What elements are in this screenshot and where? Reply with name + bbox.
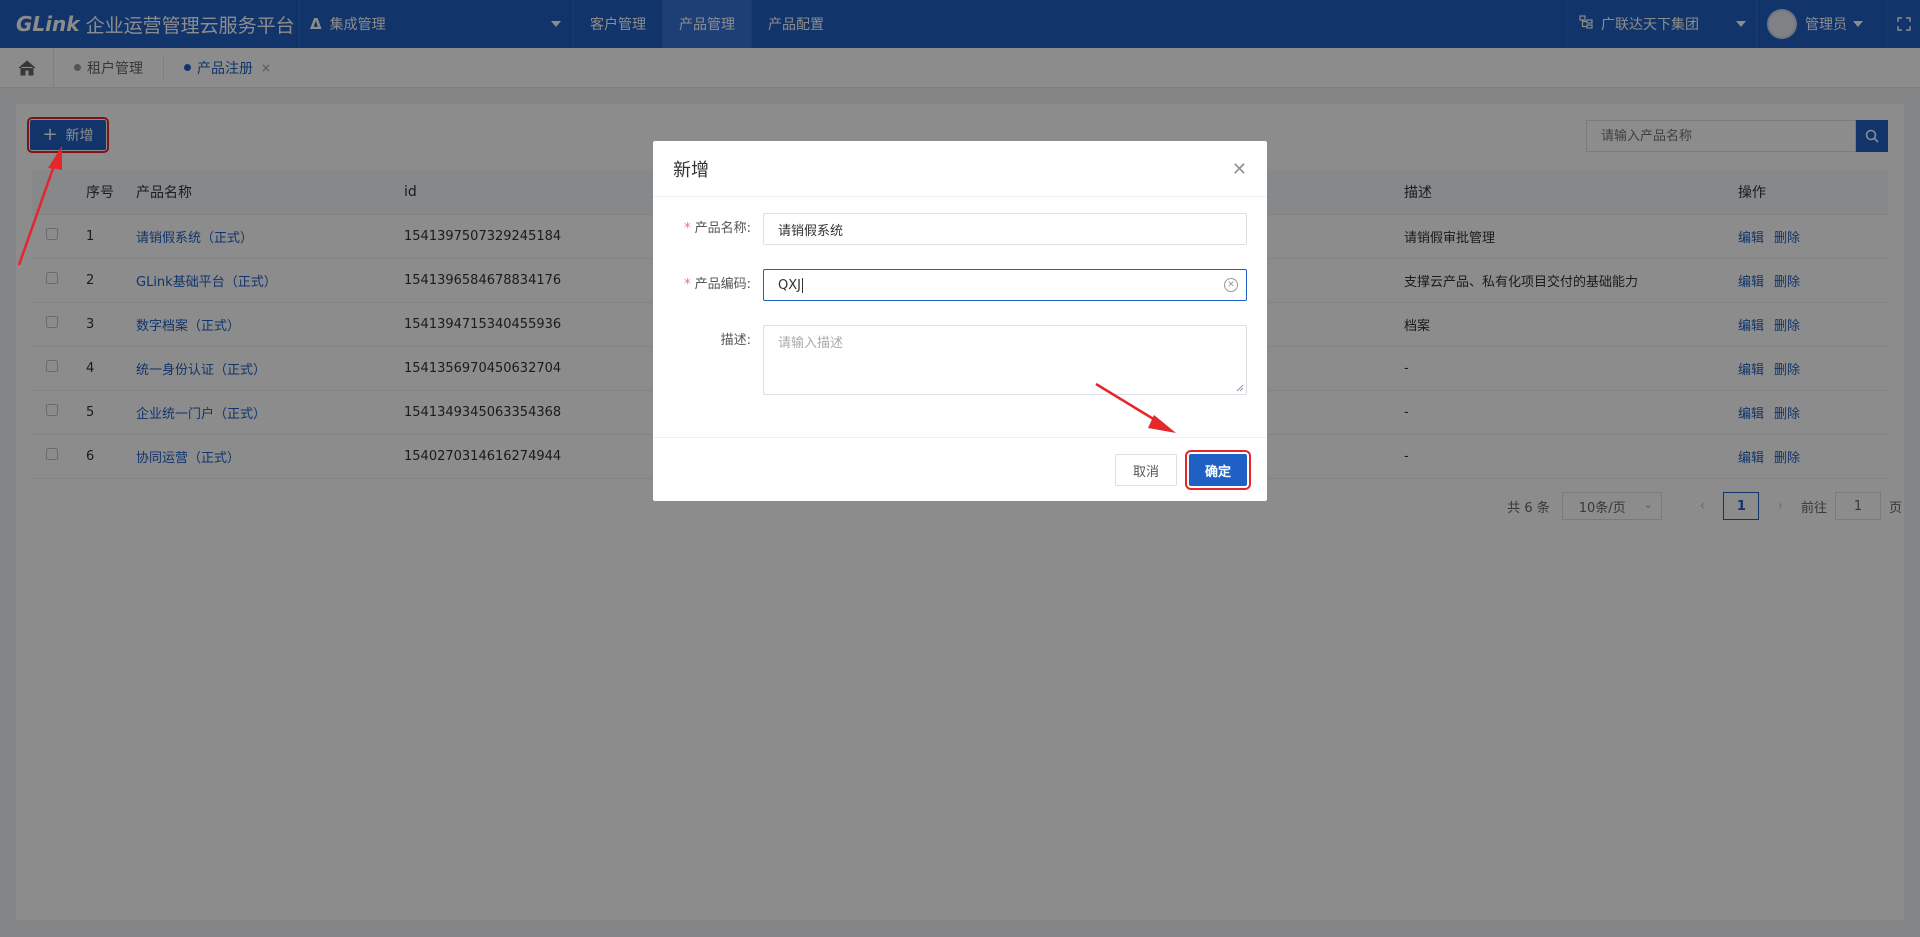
product-name-input[interactable]: 请销假系统 (763, 213, 1247, 245)
input-value: 请销假系统 (778, 223, 844, 239)
text-caret (801, 277, 803, 293)
resize-handle-icon[interactable] (1236, 384, 1244, 392)
label-text: 描述: (720, 333, 751, 348)
code-label: * 产品编码: (653, 269, 763, 301)
textarea-placeholder: 请输入描述 (778, 336, 844, 351)
product-code-input[interactable]: QXJ ✕ (763, 269, 1247, 301)
description-textarea[interactable]: 请输入描述 (763, 325, 1247, 395)
label-text: 产品名称: (694, 221, 751, 236)
confirm-button[interactable]: 确定 (1185, 450, 1251, 490)
close-icon[interactable]: ✕ (1232, 159, 1247, 180)
cancel-button[interactable]: 取消 (1115, 454, 1177, 486)
dialog-footer: 取消 确定 (653, 437, 1267, 501)
required-mark: * (684, 221, 691, 236)
input-value: QXJ (778, 277, 801, 293)
form-row-code: * 产品编码: QXJ ✕ (653, 269, 1267, 301)
label-text: 产品编码: (694, 277, 751, 292)
form-row-desc: 描述: 请输入描述 (653, 325, 1267, 395)
dialog-header: 新增 ✕ (653, 141, 1267, 197)
name-label: * 产品名称: (653, 213, 763, 245)
desc-label: 描述: (653, 325, 763, 395)
add-product-dialog: 新增 ✕ * 产品名称: 请销假系统 * 产品编码: QXJ ✕ 描述: 请输入描述… (653, 141, 1267, 501)
required-mark: * (684, 277, 691, 292)
dialog-title: 新增 (673, 159, 709, 181)
clear-icon[interactable]: ✕ (1224, 278, 1238, 292)
form-row-name: * 产品名称: 请销假系统 (653, 213, 1267, 245)
